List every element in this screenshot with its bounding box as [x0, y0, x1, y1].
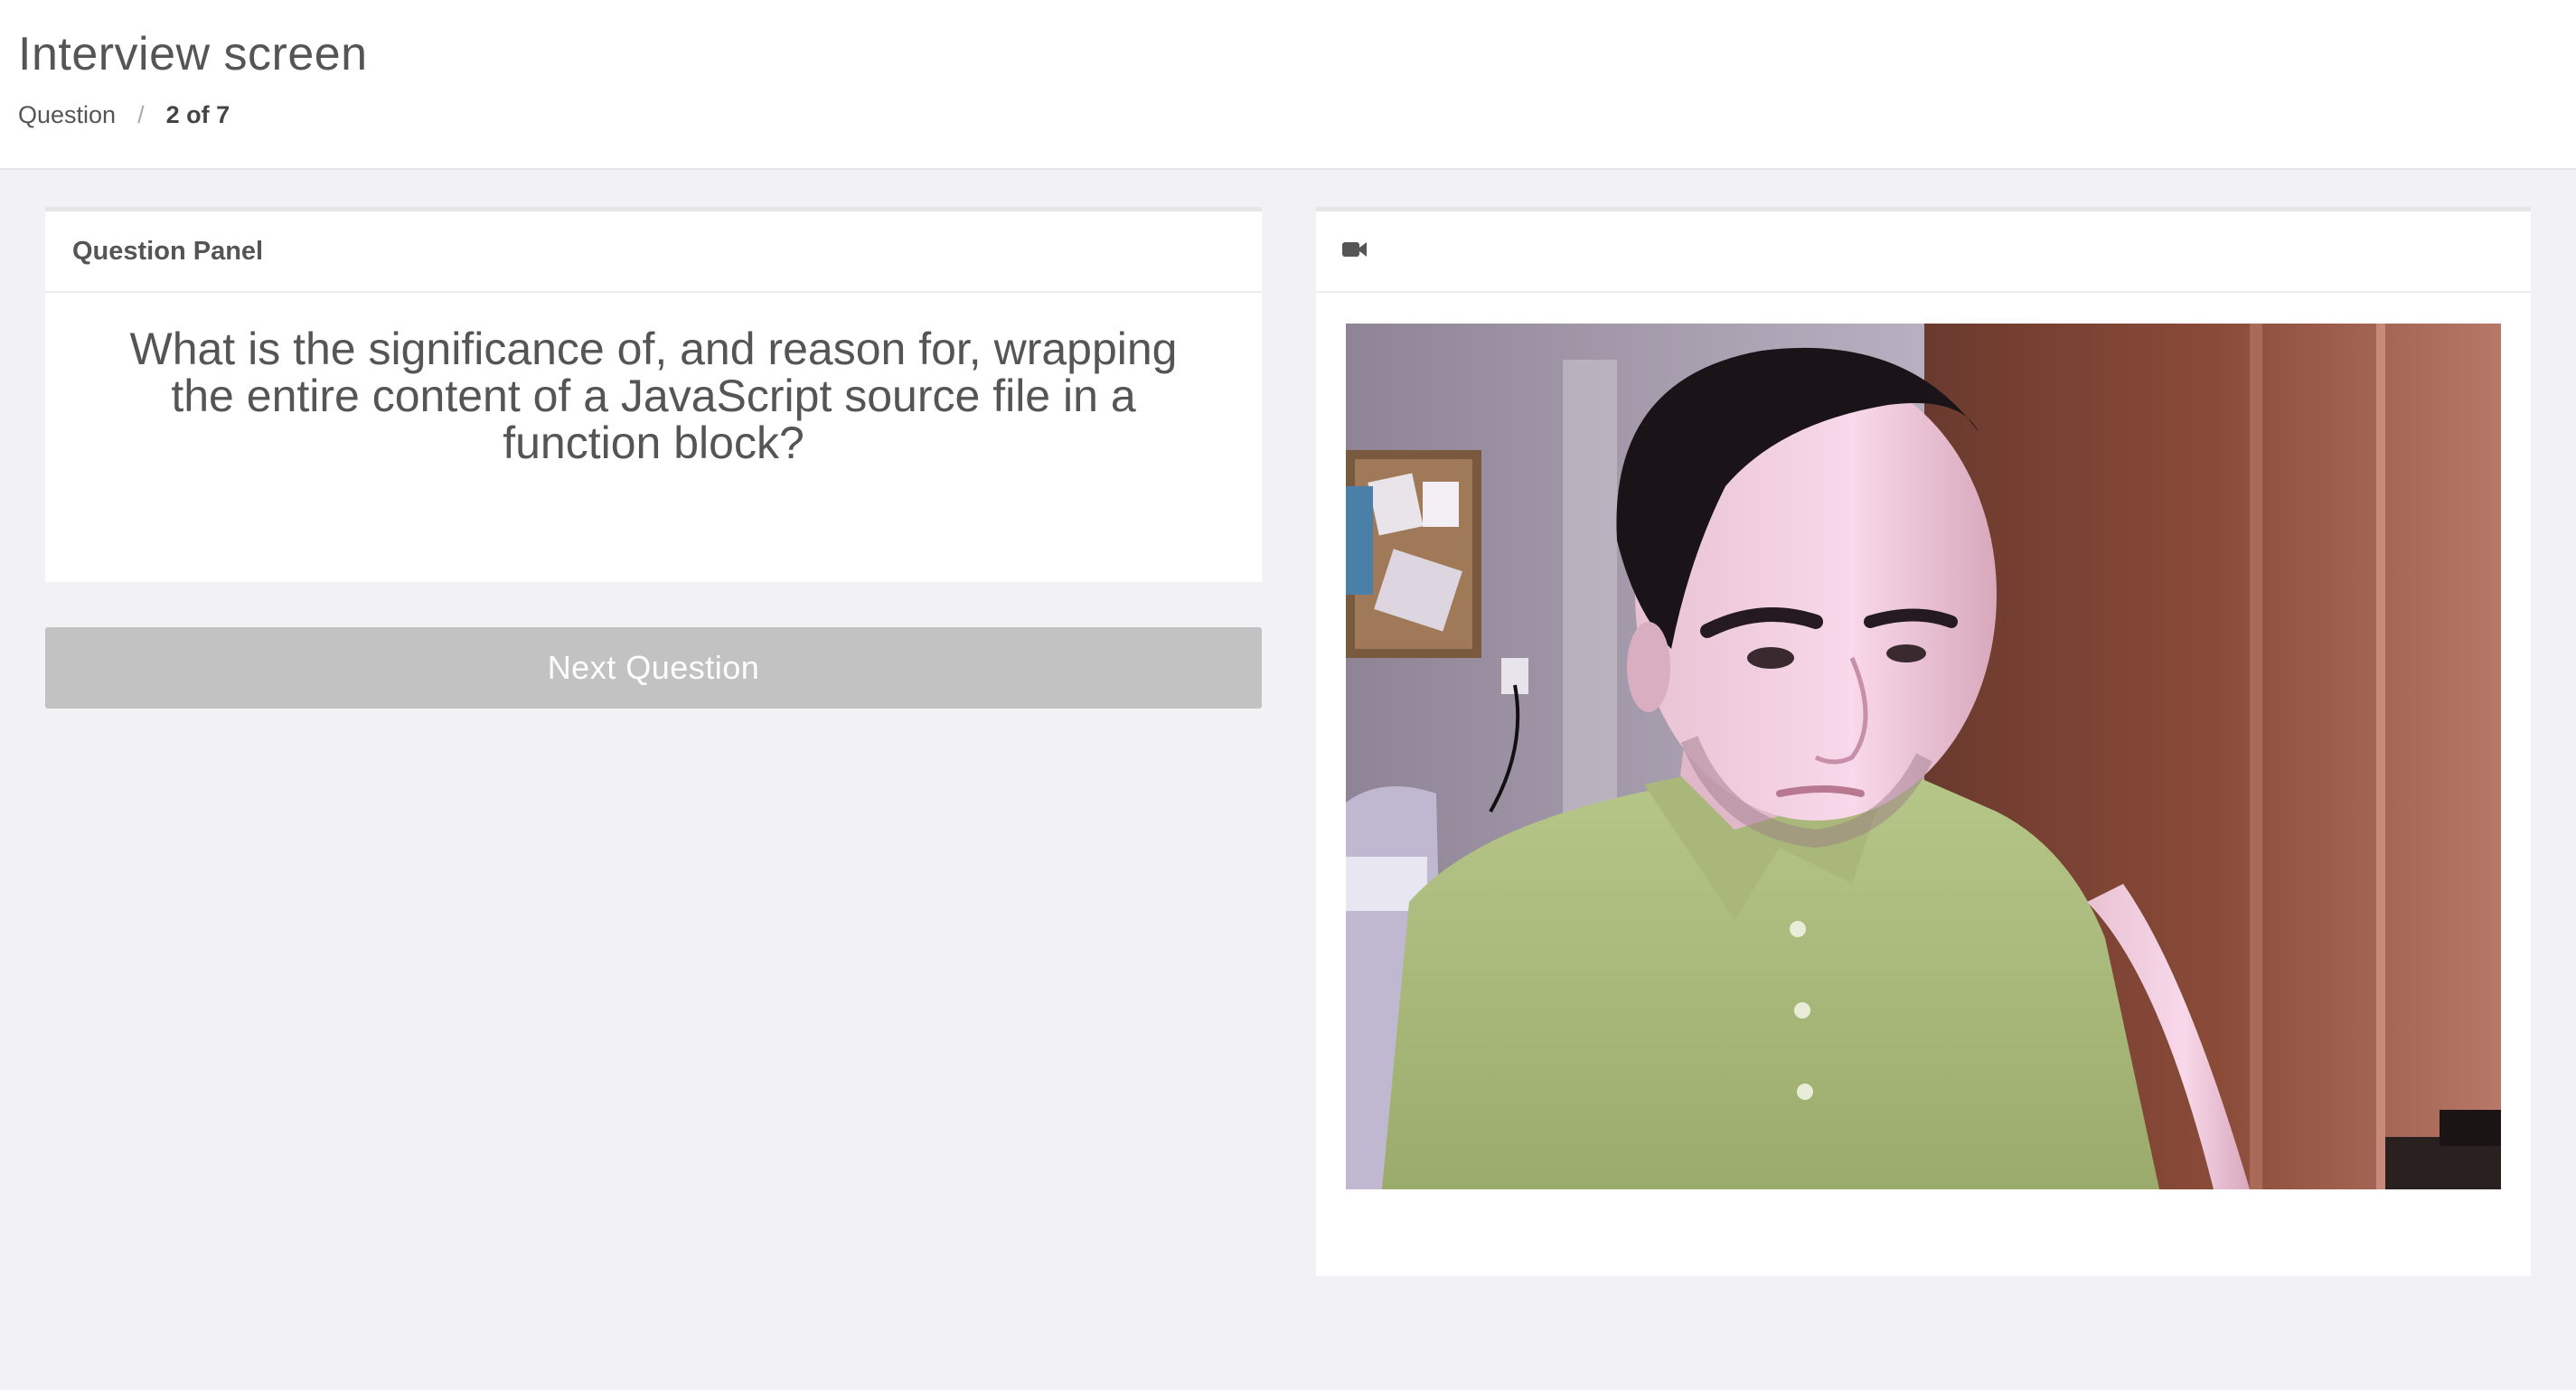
next-question-button[interactable]: Next Question — [45, 627, 1262, 709]
video-panel-heading — [1316, 211, 2531, 293]
breadcrumb-separator: / — [137, 101, 145, 128]
page-header: Interview screen Question / 2 of 7 — [0, 0, 2576, 170]
question-panel: Question Panel What is the significance … — [45, 207, 1262, 582]
webcam-video-feed[interactable] — [1346, 324, 2501, 1189]
page-title: Interview screen — [18, 28, 368, 80]
question-progress: 2 of 7 — [165, 101, 230, 128]
breadcrumb: Question / 2 of 7 — [18, 101, 230, 129]
video-camera-icon — [1341, 237, 1368, 267]
breadcrumb-section: Question — [18, 101, 117, 128]
question-text: What is the significance of, and reason … — [129, 324, 1178, 468]
video-panel — [1316, 207, 2531, 1276]
question-panel-heading: Question Panel — [45, 211, 1262, 293]
